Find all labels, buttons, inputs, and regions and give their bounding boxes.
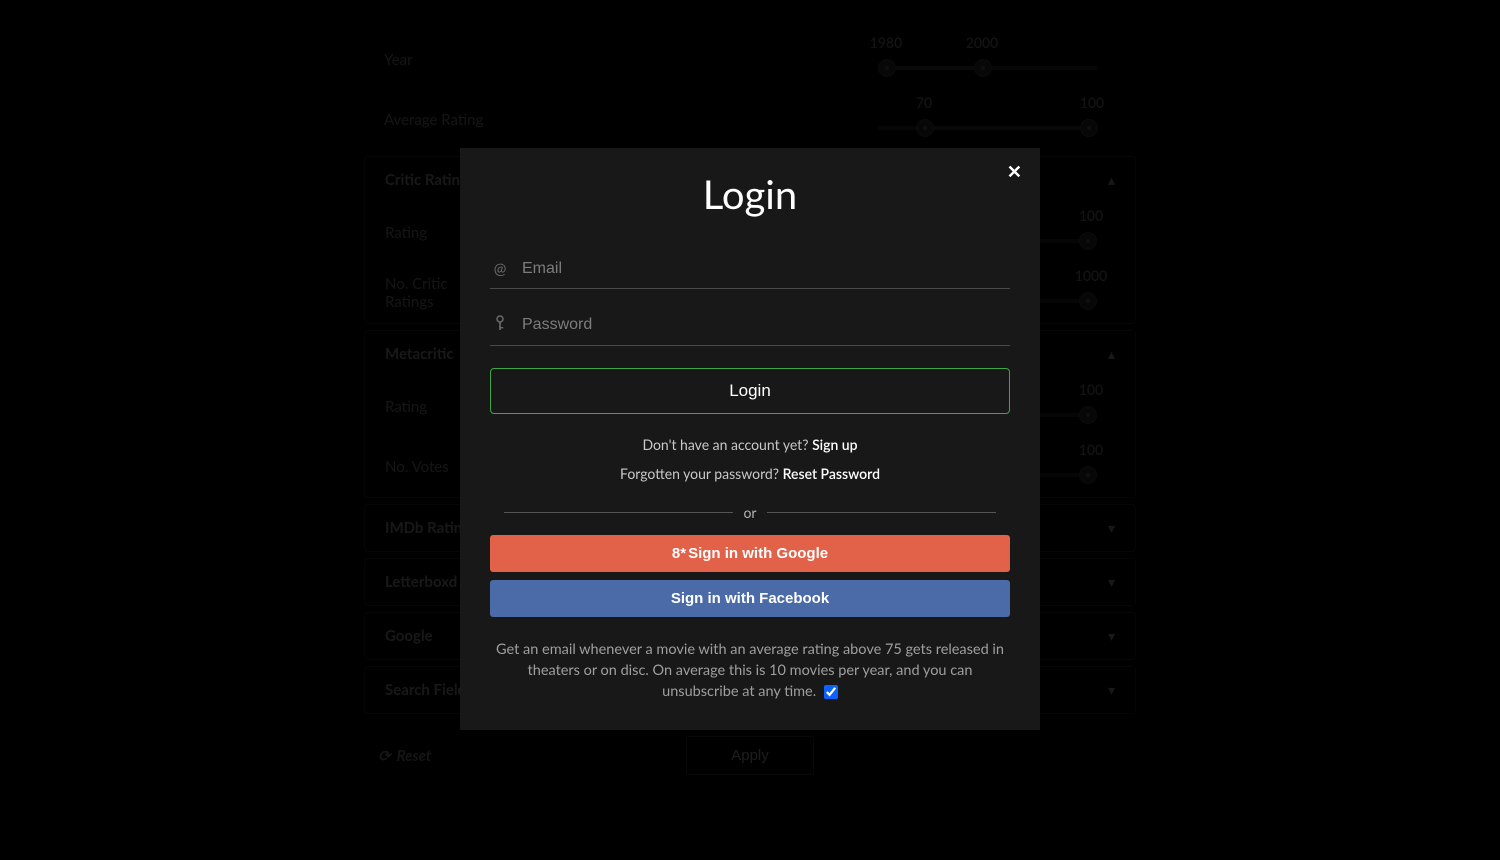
- facebook-signin-button[interactable]: Sign in with Facebook: [490, 580, 1010, 617]
- password-input[interactable]: [522, 316, 1008, 334]
- google-signin-label: Sign in with Google: [688, 545, 828, 562]
- signup-prompt-text: Don't have an account yet?: [642, 436, 812, 453]
- facebook-signin-label: Sign in with Facebook: [671, 590, 829, 607]
- divider-line: [767, 512, 996, 513]
- google-icon: 8*: [672, 545, 686, 562]
- email-input[interactable]: [522, 260, 1008, 278]
- or-divider: or: [504, 504, 996, 521]
- divider-line: [504, 512, 733, 513]
- email-subscription-disclaimer: Get an email whenever a movie with an av…: [490, 639, 1010, 702]
- at-icon: @: [492, 260, 508, 278]
- forgot-prompt-text: Forgotten your password?: [620, 465, 783, 482]
- forgot-prompt: Forgotten your password? Reset Password: [490, 465, 1010, 482]
- subscribe-checkbox[interactable]: [824, 685, 838, 699]
- login-modal: ✕ Login @ Login Don't have an account ye…: [460, 148, 1040, 730]
- modal-title: Login: [490, 170, 1010, 218]
- reset-password-link[interactable]: Reset Password: [783, 465, 880, 482]
- password-field-wrapper: [490, 307, 1010, 346]
- disclaimer-text: Get an email whenever a movie with an av…: [496, 641, 1004, 700]
- signup-link[interactable]: Sign up: [812, 436, 858, 453]
- signup-prompt: Don't have an account yet? Sign up: [490, 436, 1010, 453]
- login-button[interactable]: Login: [490, 368, 1010, 414]
- google-signin-button[interactable]: 8*Sign in with Google: [490, 535, 1010, 572]
- email-field-wrapper: @: [490, 252, 1010, 289]
- key-icon: [492, 315, 508, 335]
- divider-text: or: [743, 504, 756, 521]
- close-icon[interactable]: ✕: [1007, 162, 1022, 183]
